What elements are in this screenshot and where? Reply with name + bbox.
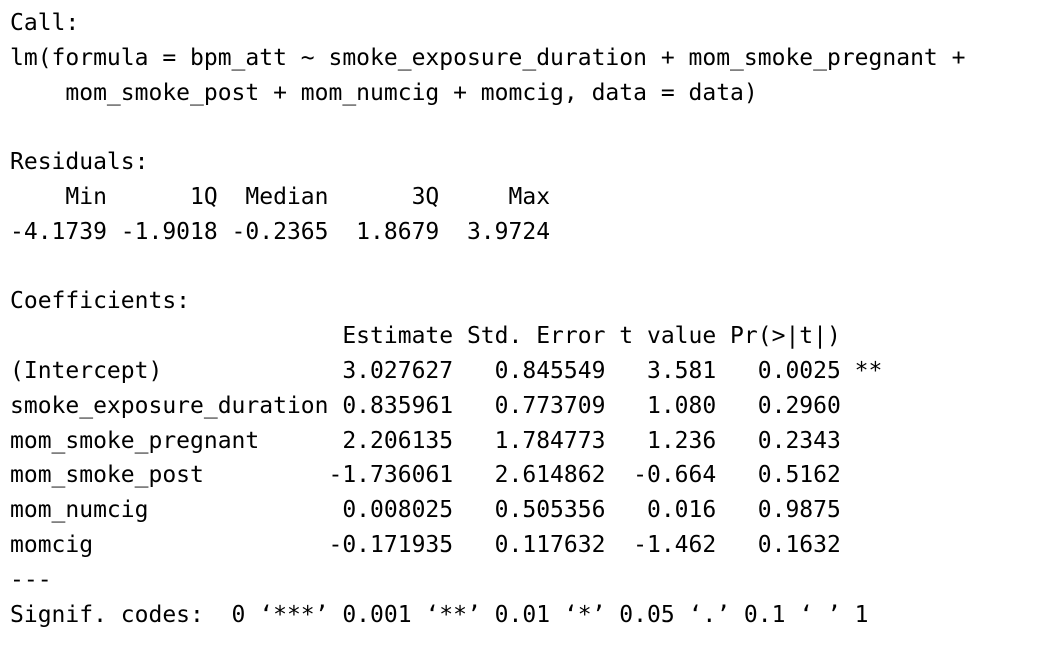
residuals-values: -4.1739 -1.9018 -0.2365 1.8679 3.9724 (10, 218, 564, 245)
coefficient-row-momcig: momcig -0.171935 0.117632 -1.462 0.1632 (10, 531, 883, 558)
coefficients-header: Estimate Std. Error t value Pr(>|t|) (10, 323, 883, 350)
regression-output: Call: lm(formula = bpm_att ~ smoke_exposu… (0, 0, 1040, 632)
signif-codes: Signif. codes: 0 ‘***’ 0.001 ‘**’ 0.01 ‘… (10, 601, 869, 628)
residuals-label: Residuals: (10, 149, 149, 176)
residuals-header: Min 1Q Median 3Q Max (10, 183, 564, 210)
coefficient-row-mom-numcig: mom_numcig 0.008025 0.505356 0.016 0.987… (10, 497, 883, 524)
call-label: Call: (10, 10, 80, 36)
call-formula-line-2: mom_smoke_post + mom_numcig + momcig, da… (10, 79, 758, 106)
coefficient-row-intercept: (Intercept) 3.027627 0.845549 3.581 0.00… (10, 357, 883, 384)
coefficient-row-mom-smoke-post: mom_smoke_post -1.736061 2.614862 -0.664… (10, 462, 883, 489)
coefficients-label: Coefficients: (10, 288, 191, 315)
signif-separator: --- (10, 566, 52, 593)
coefficient-row-smoke-exposure-duration: smoke_exposure_duration 0.835961 0.77370… (10, 392, 883, 419)
coefficient-row-mom-smoke-pregnant: mom_smoke_pregnant 2.206135 1.784773 1.2… (10, 427, 883, 454)
call-formula-line-1: lm(formula = bpm_att ~ smoke_exposure_du… (10, 44, 966, 71)
